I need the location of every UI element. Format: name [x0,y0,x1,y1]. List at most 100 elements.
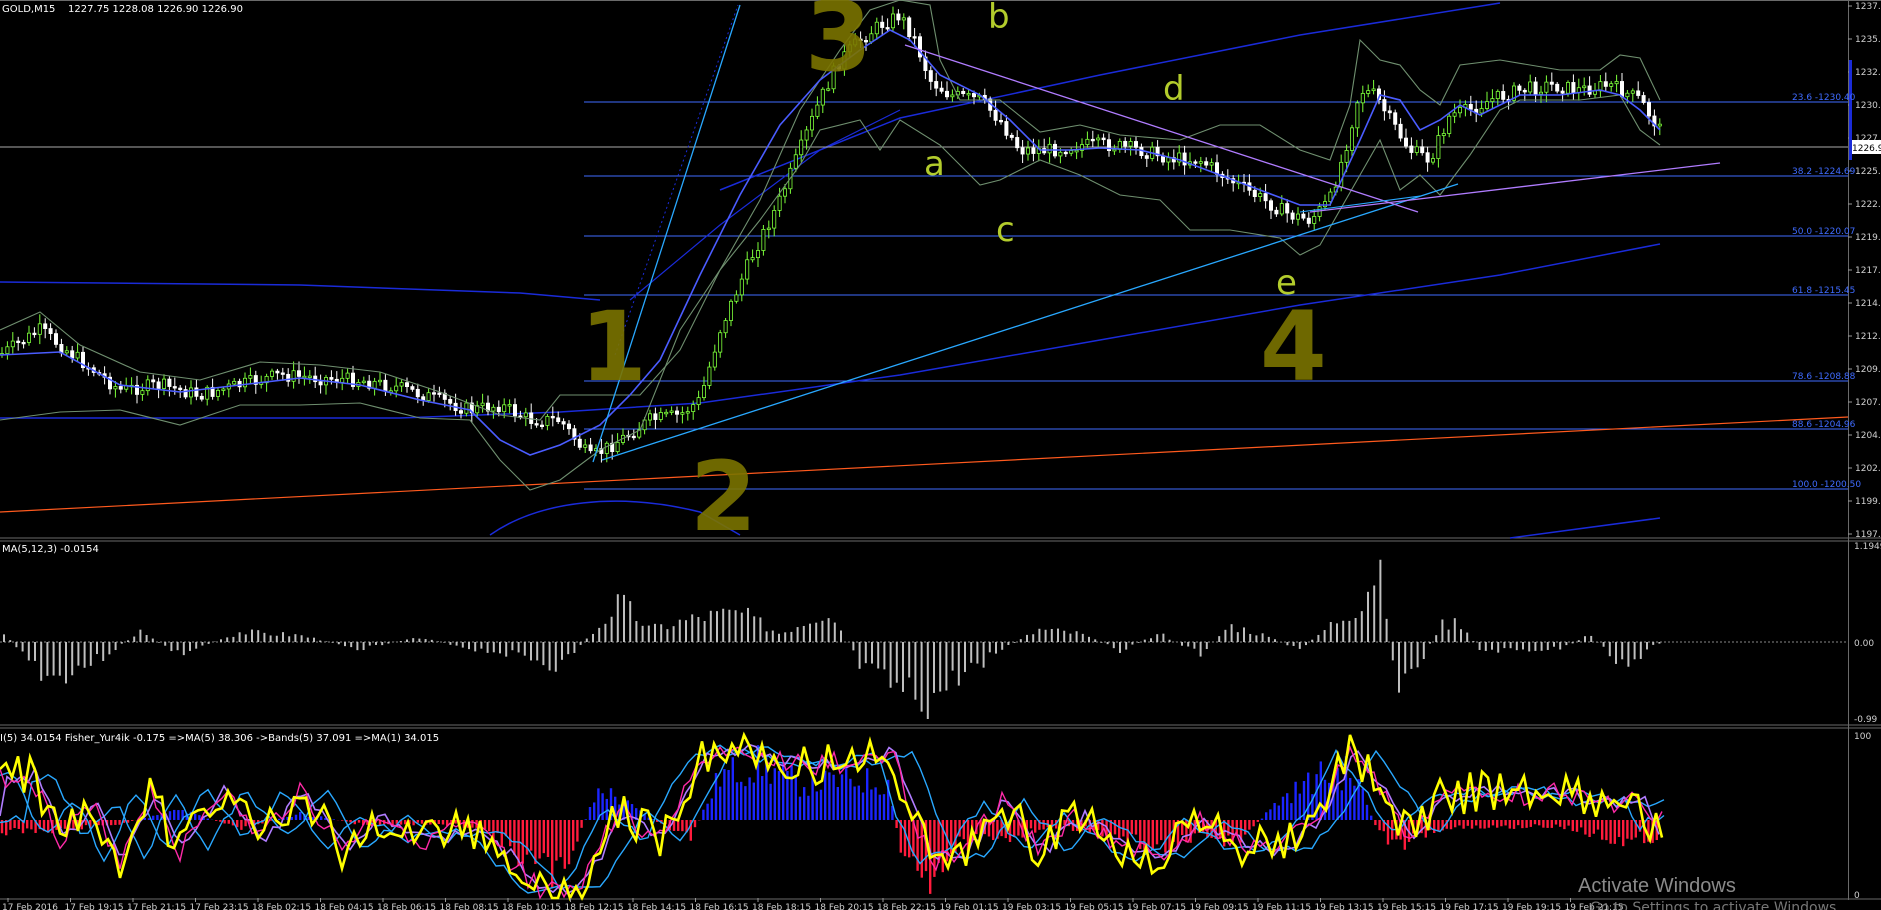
candle-body [1306,217,1311,224]
candle-body [729,300,734,321]
candle-body [1452,112,1457,117]
price-tick-label: 1199.5 [1855,497,1881,507]
candle-body [815,104,820,117]
candle-body [1198,161,1203,164]
candle-body [1431,158,1436,163]
candle-body [540,424,545,427]
fibonacci-levels[interactable] [584,101,1848,490]
fib-level-label: 88.6 -1204.96 [1792,420,1856,430]
candle-body [1279,203,1284,215]
price-tick-label: 1204.6 [1855,431,1881,441]
fisher-header: I(5) 34.0154 Fisher_Yur4ik -0.175 =>MA(5… [0,733,439,744]
time-tick-label: 18 Feb 08:15 [440,903,499,910]
candle-body [43,323,48,329]
candle-body [1458,107,1463,114]
price-tick-label: 1207.2 [1855,398,1881,408]
candle-body [1544,81,1549,93]
candle-body [691,404,696,412]
candle-body [237,380,242,388]
candle-body [1009,134,1014,138]
candle-body [70,350,75,359]
fisher-axis-max: 100 [1854,732,1871,742]
candle-body [1355,102,1360,129]
candle-body [1209,162,1214,166]
candle-body [361,380,366,384]
candle-body [577,438,582,448]
orange-trendline[interactable] [0,416,1849,513]
fib-level-label: 50.0 -1220.07 [1792,227,1855,237]
elliott-wave-numbers: 1 2 3 4 [580,0,1327,553]
candle-body [1215,162,1220,175]
time-tick-label: 19 Feb 09:15 [1190,903,1249,910]
candle-body [1528,81,1533,93]
candle-body [745,259,750,280]
candle-body [1495,91,1500,100]
candle-body [404,382,409,388]
candle-body [761,229,766,251]
candle-body [1258,193,1263,197]
candle-body [113,386,118,390]
candle-body [1571,82,1576,94]
candle-body [161,378,166,389]
candle-body [1069,150,1074,154]
candle-body [437,392,442,395]
candle-body [167,378,172,387]
candle-body [221,388,226,391]
candle-body [372,380,377,389]
price-tick-label: 1225.0 [1855,167,1881,177]
candle-body [32,332,37,336]
current-price-label: 1226.90 [1852,144,1881,154]
candle-body [1166,157,1171,163]
candle-body [1447,115,1452,134]
candle-body [696,397,701,406]
symbol-header: GOLD,M15 [2,4,55,15]
candle-body [928,70,933,82]
price-tick-label: 1219.9 [1855,233,1881,243]
candle-body [1566,82,1571,94]
candle-body [464,402,469,414]
wave-label-3: 3 [805,0,872,93]
candle-body [945,90,950,98]
price-scroll-marker[interactable] [1849,60,1852,160]
fisher-indicator[interactable] [0,731,1665,902]
candle-body [685,411,690,414]
time-axis: 17 Feb 2016 17 Feb 19:15 17 Feb 21:15 17 Fe… [2,898,1624,910]
candle-body [707,366,712,386]
trading-chart[interactable]: 1 2 3 4 b d a c e GOLD,M15 1227.75 1228.… [0,0,1881,910]
candle-body [1657,123,1662,127]
candle-body [188,387,193,398]
candle-body [1441,133,1446,136]
candle-body [1123,140,1128,147]
candle-body [1193,161,1198,164]
candle-body [1425,152,1430,163]
candle-body [702,385,707,399]
candle-body [1539,91,1544,95]
candle-body [966,93,971,96]
fib-level-label: 78.6 -1208.88 [1792,372,1856,382]
candle-body [151,379,156,383]
candle-body [658,412,663,420]
candle-body [1096,137,1101,141]
time-tick-label: 19 Feb 01:15 [940,903,999,910]
ma-mid [0,243,1661,419]
candle-body [534,423,539,426]
trend-lower-violet [1309,162,1721,213]
candle-body [1625,92,1630,98]
time-tick-label: 19 Feb 07:15 [1127,903,1186,910]
candle-body [1360,93,1365,104]
candle-body [550,416,555,419]
candle-body [1382,99,1387,112]
candle-body [1404,137,1409,147]
candle-body [1371,88,1376,92]
candle-body [723,320,728,334]
candle-body [556,417,561,422]
wave-letter-a: a [924,144,945,184]
candle-body [1128,141,1133,147]
candle-body [810,115,815,131]
candle-body [215,390,220,397]
osma-histogram[interactable] [3,559,1661,719]
candle-body [1204,161,1209,166]
osma-header: MA(5,12,3) -0.0154 [2,544,99,555]
candle-body [1501,91,1506,100]
candle-body [1031,147,1036,154]
